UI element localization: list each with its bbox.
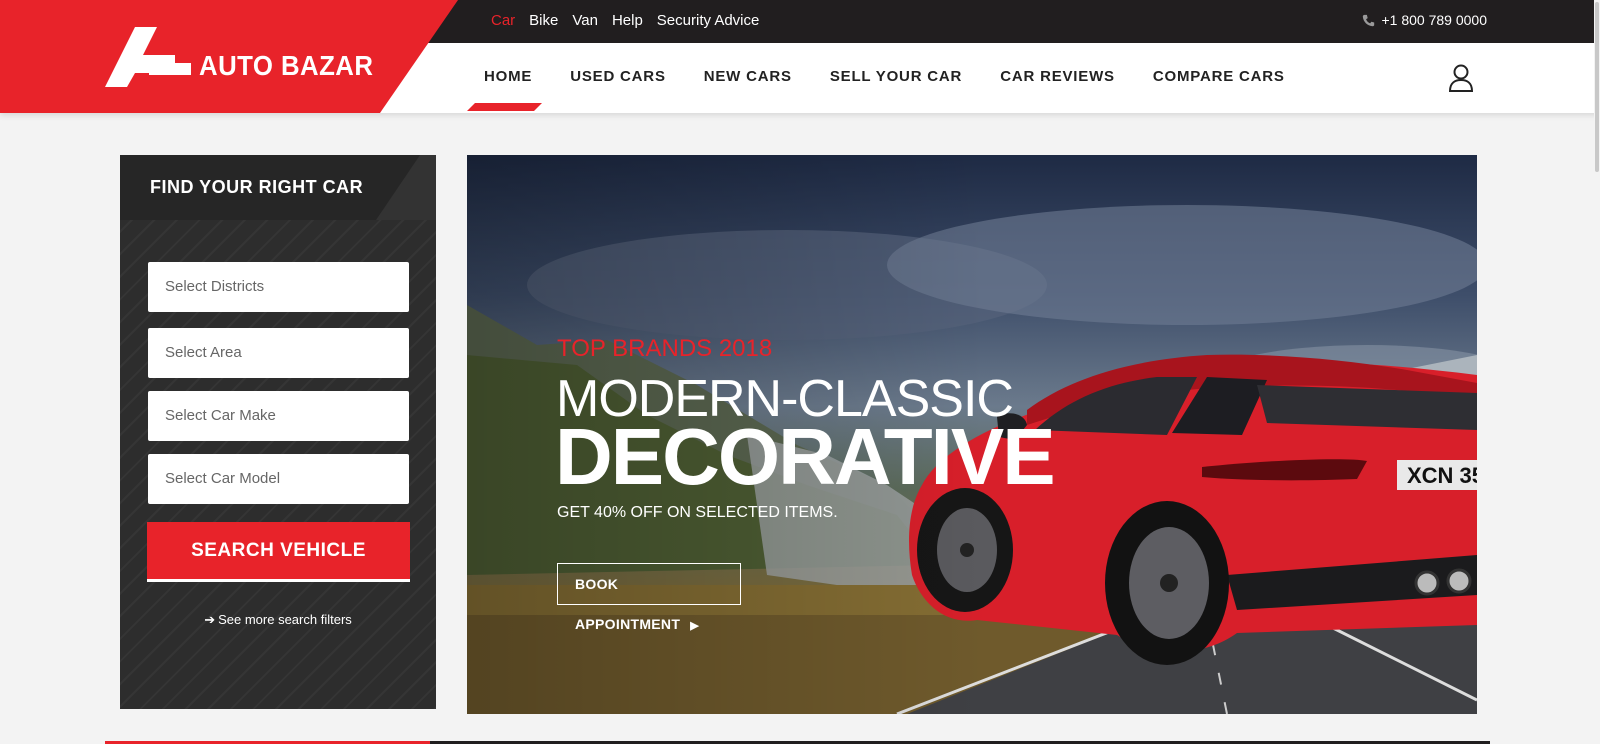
brand-block[interactable]: AUTO BAZAR xyxy=(0,0,458,113)
hero-title-line2: DECORATIVE xyxy=(555,412,1056,501)
site-header: AUTO BAZAR Car Bike Van Help Security Ad… xyxy=(0,0,1600,113)
search-vehicle-button[interactable]: SEARCH VEHICLE xyxy=(147,522,410,582)
auto-bazar-logo-icon xyxy=(105,27,191,87)
phone-contact[interactable]: +1 800 789 0000 xyxy=(1362,12,1488,28)
select-car-model[interactable]: Select Car Model xyxy=(148,454,409,504)
topnav-security-advice[interactable]: Security Advice xyxy=(657,12,760,29)
select-area[interactable]: Select Area xyxy=(148,328,409,378)
scrollbar-thumb[interactable] xyxy=(1595,2,1599,172)
search-panel: FIND YOUR RIGHT CAR Select Districts Sel… xyxy=(120,155,436,709)
page-scrollbar[interactable] xyxy=(1594,0,1600,744)
hero-banner: XCN 35 TOP BRANDS 2018 MODERN-CLASSIC DE… xyxy=(467,155,1477,714)
topnav-car[interactable]: Car xyxy=(491,12,515,29)
search-panel-title: FIND YOUR RIGHT CAR xyxy=(150,177,364,197)
select-districts[interactable]: Select Districts xyxy=(148,262,409,312)
nav-home[interactable]: HOME xyxy=(467,68,542,111)
more-filters-label: See more search filters xyxy=(218,612,352,627)
top-nav: Car Bike Van Help Security Advice xyxy=(491,12,759,29)
license-plate: XCN 35 xyxy=(1407,463,1477,488)
hero-eyebrow: TOP BRANDS 2018 xyxy=(557,335,773,362)
nav-used-cars[interactable]: USED CARS xyxy=(570,68,666,85)
phone-number: +1 800 789 0000 xyxy=(1381,12,1488,28)
topnav-help[interactable]: Help xyxy=(612,12,643,29)
topnav-bike[interactable]: Bike xyxy=(529,12,558,29)
nav-new-cars[interactable]: NEW CARS xyxy=(704,68,792,85)
phone-icon xyxy=(1362,14,1374,26)
book-appointment-label: BOOK APPOINTMENT xyxy=(575,576,681,632)
user-icon[interactable] xyxy=(1448,64,1474,92)
active-nav-indicator xyxy=(467,103,542,111)
nav-home-label: HOME xyxy=(484,68,533,85)
hero-offer-text: GET 40% OFF ON SELECTED ITEMS. xyxy=(557,504,838,521)
brand-name: AUTO BAZAR xyxy=(199,50,374,81)
topnav-van[interactable]: Van xyxy=(572,12,598,29)
book-appointment-button[interactable]: BOOK APPOINTMENT ▶ xyxy=(557,563,741,632)
arrow-right-icon: ➔ xyxy=(204,612,216,627)
caret-right-icon: ▶ xyxy=(690,620,699,632)
more-search-filters-link[interactable]: ➔ See more search filters xyxy=(120,612,436,628)
main-nav: HOME USED CARS NEW CARS SELL YOUR CAR CA… xyxy=(467,68,1323,111)
select-car-make[interactable]: Select Car Make xyxy=(148,391,409,441)
nav-sell-your-car[interactable]: SELL YOUR CAR xyxy=(830,68,962,85)
nav-car-reviews[interactable]: CAR REVIEWS xyxy=(1000,68,1115,85)
nav-compare-cars[interactable]: COMPARE CARS xyxy=(1153,68,1285,85)
